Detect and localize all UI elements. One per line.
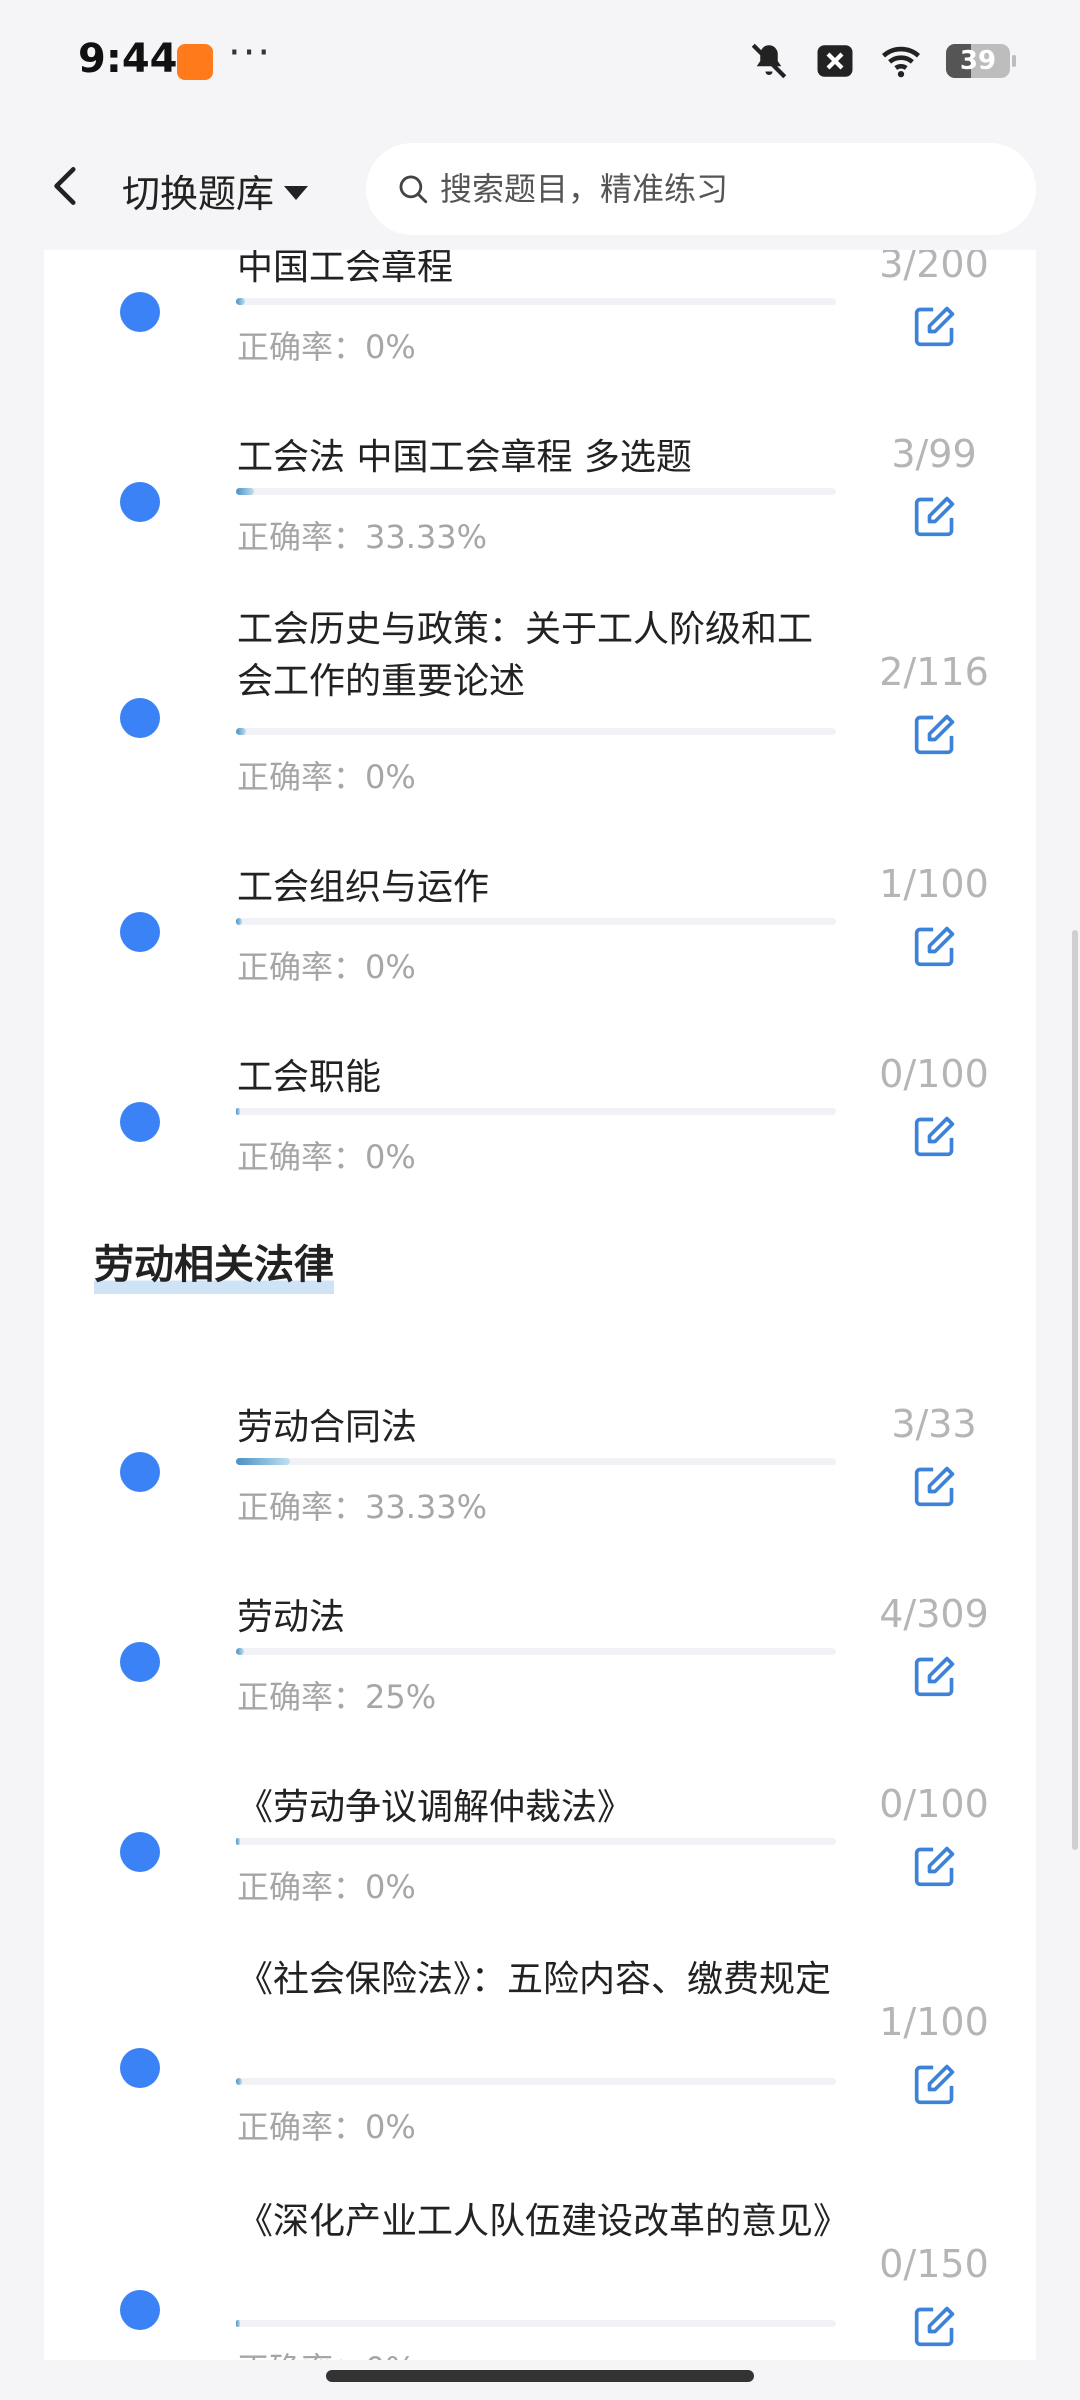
accuracy-rate: 正确率：33.33% — [237, 518, 488, 556]
status-dot — [120, 1832, 160, 1872]
accuracy-rate: 正确率：33.33% — [237, 1488, 488, 1526]
item-title: 中国工会章程 — [237, 250, 454, 288]
item-title: 《深化产业工人队伍建设改革的意见》 — [237, 2201, 850, 2242]
status-dot — [120, 698, 160, 738]
edit-icon[interactable] — [913, 2062, 957, 2106]
progress-bar — [236, 298, 836, 305]
question-bank-list: 中国工会章程 正确率：0% 3/200 工会法 中国工会章程 多选题 正确率：3… — [44, 250, 1036, 2360]
battery-icon: 39 — [946, 44, 1016, 78]
item-count: 0/100 — [879, 1782, 989, 1826]
progress-bar — [236, 488, 836, 495]
progress-bar — [236, 918, 836, 925]
progress-bar — [236, 728, 836, 735]
section-title: 劳动相关法律 — [94, 1232, 334, 1294]
item-title: 《社会保险法》：五险内容、缴费规定 — [237, 1959, 832, 2000]
caret-down-icon — [284, 185, 309, 200]
progress-bar — [236, 2320, 836, 2327]
status-dot — [120, 912, 160, 952]
item-count: 0/100 — [879, 1052, 989, 1096]
item-count: 3/99 — [891, 432, 977, 476]
item-count: 3/200 — [879, 250, 989, 286]
status-dot — [120, 2048, 160, 2088]
progress-bar — [236, 2078, 836, 2085]
edit-icon[interactable] — [913, 924, 957, 968]
more-dots-icon: ··· — [228, 30, 273, 76]
status-dot — [120, 2290, 160, 2330]
item-title: 工会职能 — [237, 1057, 382, 1098]
status-dot — [120, 1102, 160, 1142]
accuracy-rate: 正确率：0% — [237, 948, 416, 986]
top-bar: 切换题库 — [0, 125, 1080, 250]
item-count: 1/100 — [879, 862, 989, 906]
progress-fill — [236, 1648, 244, 1655]
battery-level: 39 — [959, 46, 997, 76]
edit-icon[interactable] — [913, 304, 957, 348]
item-title: 《劳动争议调解仲裁法》 — [237, 1787, 634, 1828]
item-title: 劳动合同法 — [237, 1407, 418, 1448]
edit-icon[interactable] — [913, 1844, 957, 1888]
item-count: 2/116 — [879, 650, 989, 694]
progress-fill — [236, 918, 242, 925]
back-arrow-icon[interactable] — [42, 161, 92, 211]
edit-icon[interactable] — [913, 712, 957, 756]
item-count: 3/33 — [891, 1402, 977, 1446]
item-count: 1/100 — [879, 2000, 989, 2044]
edit-icon[interactable] — [913, 1114, 957, 1158]
home-indicator[interactable] — [326, 2370, 754, 2382]
wifi-icon — [881, 46, 921, 78]
status-dot — [120, 482, 160, 522]
mute-icon — [751, 43, 787, 79]
item-count: 4/309 — [879, 1592, 989, 1636]
item-title: 工会组织与运作 — [237, 867, 490, 908]
progress-bar — [236, 1458, 836, 1465]
status-time: 9:44 — [78, 36, 178, 82]
item-title: 劳动法 — [237, 1597, 346, 1638]
accuracy-rate: 正确率：0% — [237, 1868, 416, 1906]
switch-bank-dropdown[interactable]: 切换题库 — [122, 163, 309, 218]
status-icons: 39 — [748, 40, 1016, 82]
progress-fill — [236, 1838, 240, 1845]
progress-fill — [236, 2320, 240, 2327]
item-count: 0/150 — [879, 2242, 989, 2286]
accuracy-rate: 正确率：0% — [237, 758, 416, 796]
progress-fill — [236, 728, 247, 735]
search-box[interactable] — [366, 143, 1036, 235]
item-title: 工会历史与政策：关于工人阶级和工会工作的重要论述 — [237, 609, 814, 702]
status-dot — [120, 292, 160, 332]
progress-fill — [236, 2078, 242, 2085]
edit-icon[interactable] — [913, 1654, 957, 1698]
close-box-icon — [817, 45, 853, 77]
progress-bar — [236, 1838, 836, 1845]
status-bar: 9:44 ··· 39 — [0, 0, 1080, 125]
edit-icon[interactable] — [913, 1464, 957, 1508]
accuracy-rate: 正确率：0% — [237, 2108, 416, 2146]
accuracy-rate: 正确率：0% — [237, 328, 416, 366]
progress-fill — [236, 1458, 290, 1465]
progress-bar — [236, 1108, 836, 1115]
status-dot — [120, 1452, 160, 1492]
edit-icon[interactable] — [913, 2304, 957, 2348]
item-title: 工会法 中国工会章程 多选题 — [237, 437, 692, 478]
scrollbar[interactable] — [1072, 930, 1078, 1850]
app-badge-icon — [177, 44, 213, 80]
search-icon — [399, 175, 428, 204]
progress-bar — [236, 1648, 836, 1655]
progress-fill — [236, 488, 254, 495]
switch-bank-label: 切换题库 — [122, 172, 275, 216]
search-input[interactable] — [438, 169, 1002, 209]
accuracy-rate: 正确率：0% — [237, 1138, 416, 1176]
accuracy-rate: 正确率：25% — [237, 1678, 437, 1716]
status-dot — [120, 1642, 160, 1682]
accuracy-rate: 正确率：0% — [237, 2344, 416, 2360]
progress-fill — [236, 298, 245, 305]
edit-icon[interactable] — [913, 494, 957, 538]
progress-fill — [236, 1108, 240, 1115]
